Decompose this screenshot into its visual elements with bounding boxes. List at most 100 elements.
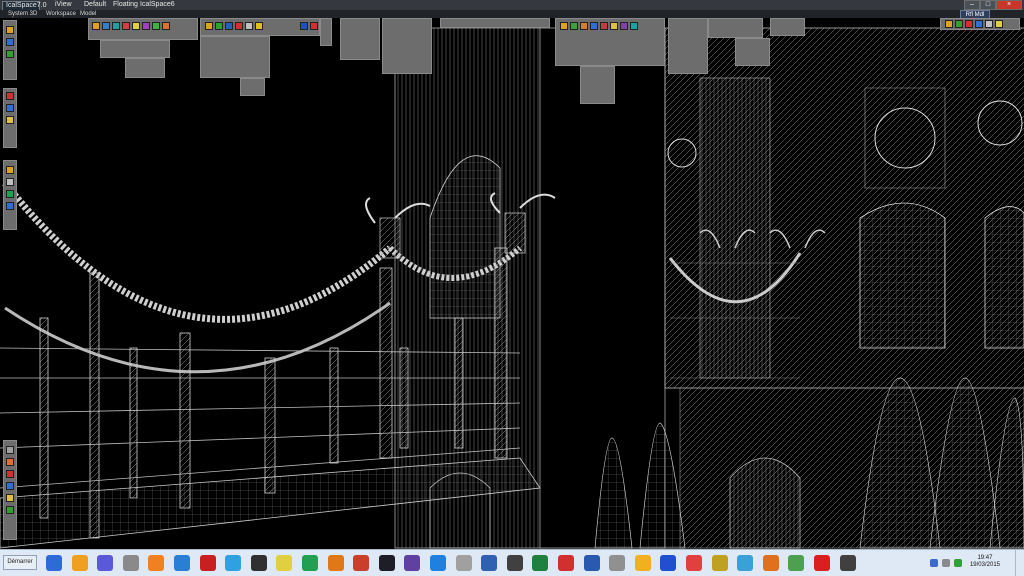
app-icon-16[interactable]: [430, 555, 446, 571]
app-icon-2[interactable]: [71, 555, 88, 571]
app-icon-18[interactable]: [481, 555, 498, 571]
tool-icon-30[interactable]: [995, 20, 1003, 28]
tool-palette-9[interactable]: [708, 18, 763, 38]
left-tool-icon-15[interactable]: [6, 494, 14, 502]
tool-icon-1[interactable]: [92, 22, 100, 30]
viewport-3d[interactable]: [0, 18, 1024, 549]
app-icon-31[interactable]: [814, 555, 830, 571]
tool-palette-7b[interactable]: [580, 66, 615, 104]
tool-icon-24[interactable]: [630, 22, 638, 30]
app-icon-10[interactable]: [276, 555, 293, 571]
tool-icon-26[interactable]: [955, 20, 963, 28]
app-icon-28[interactable]: [737, 555, 754, 571]
left-tool-icon-8[interactable]: [6, 178, 14, 186]
tool-icon-12[interactable]: [235, 22, 243, 30]
tool-icon-9[interactable]: [205, 22, 213, 30]
system-clock[interactable]: 19:47 19/03/2015: [970, 555, 1000, 569]
tool-icon-5[interactable]: [132, 22, 140, 30]
tool-palette-1b[interactable]: [100, 40, 170, 58]
tool-icon-25[interactable]: [945, 20, 953, 28]
app-icon-29[interactable]: [762, 555, 779, 571]
app-icon-5[interactable]: [148, 555, 165, 571]
app-icon-21[interactable]: [558, 555, 574, 571]
tool-icon-17[interactable]: [560, 22, 568, 30]
tool-icon-11[interactable]: [225, 22, 233, 30]
tray-status-icon[interactable]: [954, 559, 962, 567]
tool-icon-27[interactable]: [965, 20, 973, 28]
app-icon-20[interactable]: [532, 555, 549, 571]
left-tool-icon-9[interactable]: [6, 190, 14, 198]
app-icon-9[interactable]: [250, 555, 267, 571]
left-tool-icon-14[interactable]: [6, 482, 14, 490]
tool-palette-3[interactable]: [320, 18, 332, 46]
app-icon-13[interactable]: [353, 555, 370, 571]
left-tool-icon-13[interactable]: [6, 470, 14, 478]
tool-palette-2c[interactable]: [240, 78, 265, 96]
menu-item-system-3d[interactable]: System 3D: [8, 10, 37, 18]
app-icon-12[interactable]: [327, 555, 344, 571]
floating-label[interactable]: Floating: [113, 1, 138, 9]
left-tool-icon-5[interactable]: [6, 104, 14, 112]
tool-palette-9b[interactable]: [735, 38, 770, 66]
app-icon-26[interactable]: [686, 555, 702, 571]
tool-palette-10[interactable]: [770, 18, 805, 36]
tool-icon-28[interactable]: [975, 20, 983, 28]
app-icon-24[interactable]: [634, 555, 651, 571]
tool-palette-6[interactable]: [440, 18, 550, 28]
minimize-button[interactable]: –: [964, 0, 980, 10]
app-icon-4[interactable]: [122, 555, 139, 571]
tool-icon-14[interactable]: [255, 22, 263, 30]
left-tool-icon-16[interactable]: [6, 506, 14, 514]
left-tool-icon-10[interactable]: [6, 202, 14, 210]
show-desktop-button[interactable]: [1015, 550, 1024, 576]
menu-item-workspace[interactable]: Workspace: [46, 10, 76, 18]
tool-icon-19[interactable]: [580, 22, 588, 30]
app-icon-15[interactable]: [404, 555, 421, 571]
left-tool-icon-4[interactable]: [6, 92, 14, 100]
tool-palette-8[interactable]: [668, 18, 708, 74]
left-tool-icon-6[interactable]: [6, 116, 14, 124]
app-icon-1[interactable]: [46, 555, 62, 571]
left-palette-4[interactable]: [3, 440, 17, 540]
maximize-button[interactable]: □: [980, 0, 996, 10]
app-icon-7[interactable]: [199, 555, 216, 571]
left-tool-icon-11[interactable]: [6, 446, 14, 454]
tool-palette-4[interactable]: [340, 18, 380, 60]
space-name[interactable]: IcalSpace6: [140, 1, 175, 9]
tool-palette-1c[interactable]: [125, 58, 165, 78]
left-tool-icon-7[interactable]: [6, 166, 14, 174]
app-icon-32[interactable]: [839, 555, 856, 571]
app-icon-23[interactable]: [609, 555, 626, 571]
tool-icon-15[interactable]: [300, 22, 308, 30]
tool-icon-4[interactable]: [122, 22, 130, 30]
app-icon-30[interactable]: [788, 555, 805, 571]
layout-default[interactable]: Default: [84, 1, 106, 9]
tool-icon-23[interactable]: [620, 22, 628, 30]
tool-icon-2[interactable]: [102, 22, 110, 30]
tray-volume-icon[interactable]: [942, 559, 950, 567]
left-tool-icon-12[interactable]: [6, 458, 14, 466]
tool-icon-10[interactable]: [215, 22, 223, 30]
view-label[interactable]: iView: [55, 1, 72, 9]
tool-icon-8[interactable]: [162, 22, 170, 30]
close-button[interactable]: ×: [996, 0, 1022, 10]
app-icon-25[interactable]: [660, 555, 677, 571]
left-tool-icon-3[interactable]: [6, 50, 14, 58]
app-icon-8[interactable]: [225, 555, 242, 571]
app-icon-6[interactable]: [174, 555, 190, 571]
left-tool-icon-1[interactable]: [6, 26, 14, 34]
tray-network-icon[interactable]: [930, 559, 938, 567]
tool-icon-29[interactable]: [985, 20, 993, 28]
tool-icon-6[interactable]: [142, 22, 150, 30]
tool-icon-22[interactable]: [610, 22, 618, 30]
menu-item-model[interactable]: Model: [80, 10, 96, 18]
app-icon-22[interactable]: [583, 555, 600, 571]
app-icon-19[interactable]: [506, 555, 523, 571]
left-tool-icon-2[interactable]: [6, 38, 14, 46]
tool-icon-3[interactable]: [112, 22, 120, 30]
tool-palette-2b[interactable]: [200, 36, 270, 78]
tool-icon-18[interactable]: [570, 22, 578, 30]
tool-icon-7[interactable]: [152, 22, 160, 30]
tool-icon-21[interactable]: [600, 22, 608, 30]
app-icon-11[interactable]: [302, 555, 318, 571]
